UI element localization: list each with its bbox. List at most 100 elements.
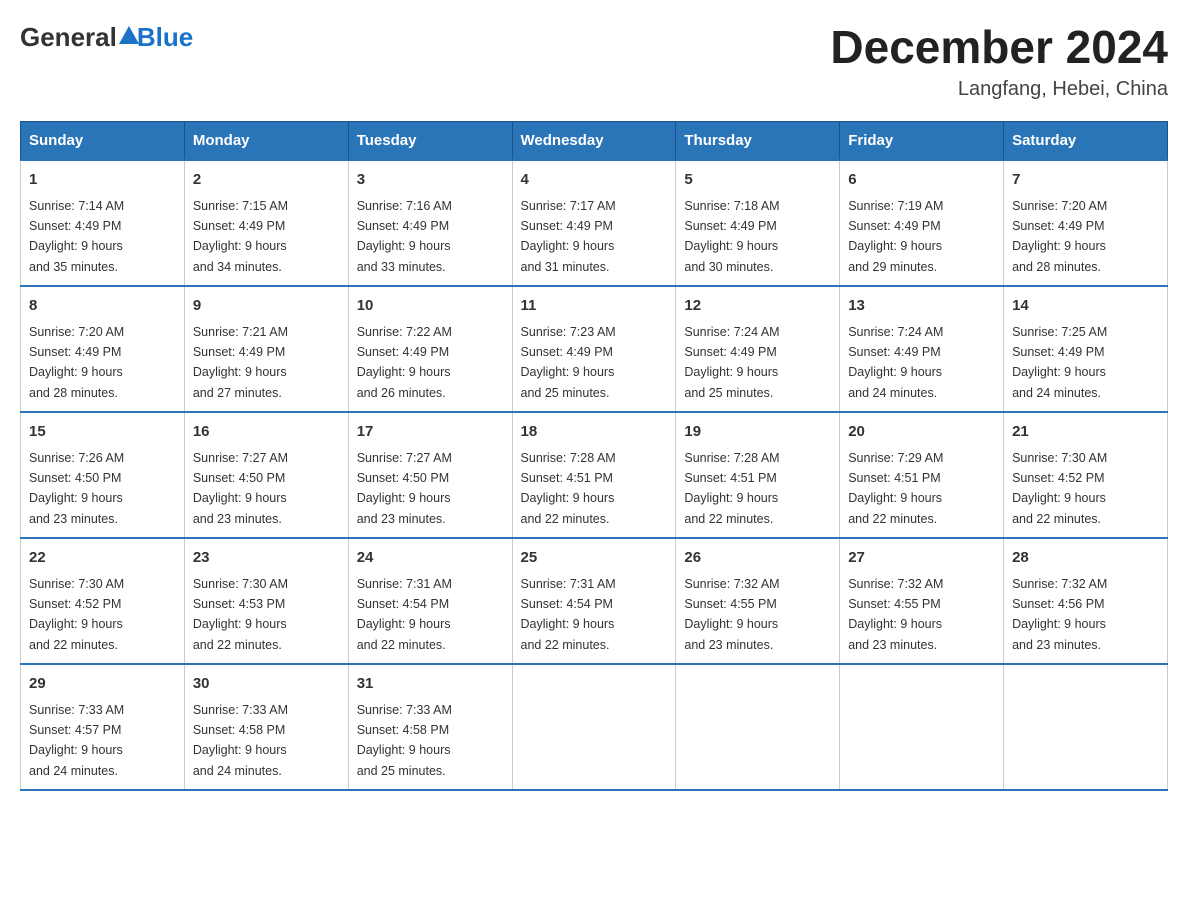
calendar-cell: 17 Sunrise: 7:27 AMSunset: 4:50 PMDaylig… xyxy=(348,412,512,538)
calendar-cell: 30 Sunrise: 7:33 AMSunset: 4:58 PMDaylig… xyxy=(184,664,348,790)
day-number: 31 xyxy=(357,673,504,696)
calendar-cell: 25 Sunrise: 7:31 AMSunset: 4:54 PMDaylig… xyxy=(512,538,676,664)
day-number: 24 xyxy=(357,547,504,570)
day-number: 23 xyxy=(193,547,340,570)
calendar-cell: 26 Sunrise: 7:32 AMSunset: 4:55 PMDaylig… xyxy=(676,538,840,664)
calendar-cell: 19 Sunrise: 7:28 AMSunset: 4:51 PMDaylig… xyxy=(676,412,840,538)
calendar-cell: 13 Sunrise: 7:24 AMSunset: 4:49 PMDaylig… xyxy=(840,286,1004,412)
calendar-cell: 9 Sunrise: 7:21 AMSunset: 4:49 PMDayligh… xyxy=(184,286,348,412)
title-block: December 2024 Langfang, Hebei, China xyxy=(830,20,1168,101)
calendar-cell: 20 Sunrise: 7:29 AMSunset: 4:51 PMDaylig… xyxy=(840,412,1004,538)
day-info: Sunrise: 7:27 AMSunset: 4:50 PMDaylight:… xyxy=(193,451,288,526)
month-title: December 2024 xyxy=(830,20,1168,74)
day-info: Sunrise: 7:24 AMSunset: 4:49 PMDaylight:… xyxy=(684,325,779,400)
day-info: Sunrise: 7:33 AMSunset: 4:58 PMDaylight:… xyxy=(357,703,452,778)
calendar-cell: 15 Sunrise: 7:26 AMSunset: 4:50 PMDaylig… xyxy=(21,412,185,538)
logo-blue: Blue xyxy=(137,22,193,52)
day-info: Sunrise: 7:30 AMSunset: 4:52 PMDaylight:… xyxy=(1012,451,1107,526)
calendar-cell: 23 Sunrise: 7:30 AMSunset: 4:53 PMDaylig… xyxy=(184,538,348,664)
calendar-cell: 14 Sunrise: 7:25 AMSunset: 4:49 PMDaylig… xyxy=(1004,286,1168,412)
day-number: 11 xyxy=(521,295,668,318)
day-number: 3 xyxy=(357,169,504,192)
day-info: Sunrise: 7:21 AMSunset: 4:49 PMDaylight:… xyxy=(193,325,288,400)
calendar-cell: 10 Sunrise: 7:22 AMSunset: 4:49 PMDaylig… xyxy=(348,286,512,412)
calendar-cell: 1 Sunrise: 7:14 AMSunset: 4:49 PMDayligh… xyxy=(21,160,185,286)
day-info: Sunrise: 7:31 AMSunset: 4:54 PMDaylight:… xyxy=(357,577,452,652)
column-header-saturday: Saturday xyxy=(1004,122,1168,161)
day-info: Sunrise: 7:23 AMSunset: 4:49 PMDaylight:… xyxy=(521,325,616,400)
logo-general: General xyxy=(20,22,117,52)
day-info: Sunrise: 7:18 AMSunset: 4:49 PMDaylight:… xyxy=(684,199,779,274)
day-number: 10 xyxy=(357,295,504,318)
day-number: 7 xyxy=(1012,169,1159,192)
day-info: Sunrise: 7:14 AMSunset: 4:49 PMDaylight:… xyxy=(29,199,124,274)
day-number: 20 xyxy=(848,421,995,444)
day-number: 26 xyxy=(684,547,831,570)
week-row: 15 Sunrise: 7:26 AMSunset: 4:50 PMDaylig… xyxy=(21,412,1168,538)
logo: General Blue xyxy=(20,20,193,53)
calendar-cell: 8 Sunrise: 7:20 AMSunset: 4:49 PMDayligh… xyxy=(21,286,185,412)
day-number: 17 xyxy=(357,421,504,444)
calendar-cell: 16 Sunrise: 7:27 AMSunset: 4:50 PMDaylig… xyxy=(184,412,348,538)
day-info: Sunrise: 7:24 AMSunset: 4:49 PMDaylight:… xyxy=(848,325,943,400)
calendar-cell: 31 Sunrise: 7:33 AMSunset: 4:58 PMDaylig… xyxy=(348,664,512,790)
day-number: 22 xyxy=(29,547,176,570)
calendar-cell xyxy=(1004,664,1168,790)
column-header-thursday: Thursday xyxy=(676,122,840,161)
calendar-cell xyxy=(512,664,676,790)
day-info: Sunrise: 7:17 AMSunset: 4:49 PMDaylight:… xyxy=(521,199,616,274)
calendar-cell: 27 Sunrise: 7:32 AMSunset: 4:55 PMDaylig… xyxy=(840,538,1004,664)
day-number: 30 xyxy=(193,673,340,696)
day-number: 19 xyxy=(684,421,831,444)
calendar-cell: 28 Sunrise: 7:32 AMSunset: 4:56 PMDaylig… xyxy=(1004,538,1168,664)
column-header-friday: Friday xyxy=(840,122,1004,161)
day-info: Sunrise: 7:22 AMSunset: 4:49 PMDaylight:… xyxy=(357,325,452,400)
day-number: 18 xyxy=(521,421,668,444)
week-row: 1 Sunrise: 7:14 AMSunset: 4:49 PMDayligh… xyxy=(21,160,1168,286)
day-info: Sunrise: 7:20 AMSunset: 4:49 PMDaylight:… xyxy=(1012,199,1107,274)
day-info: Sunrise: 7:32 AMSunset: 4:55 PMDaylight:… xyxy=(848,577,943,652)
day-info: Sunrise: 7:33 AMSunset: 4:58 PMDaylight:… xyxy=(193,703,288,778)
day-info: Sunrise: 7:26 AMSunset: 4:50 PMDaylight:… xyxy=(29,451,124,526)
calendar-cell: 12 Sunrise: 7:24 AMSunset: 4:49 PMDaylig… xyxy=(676,286,840,412)
day-number: 13 xyxy=(848,295,995,318)
calendar-cell: 24 Sunrise: 7:31 AMSunset: 4:54 PMDaylig… xyxy=(348,538,512,664)
location: Langfang, Hebei, China xyxy=(830,78,1168,101)
week-row: 22 Sunrise: 7:30 AMSunset: 4:52 PMDaylig… xyxy=(21,538,1168,664)
calendar-cell xyxy=(676,664,840,790)
day-info: Sunrise: 7:25 AMSunset: 4:49 PMDaylight:… xyxy=(1012,325,1107,400)
day-number: 2 xyxy=(193,169,340,192)
day-number: 8 xyxy=(29,295,176,318)
calendar-cell: 7 Sunrise: 7:20 AMSunset: 4:49 PMDayligh… xyxy=(1004,160,1168,286)
calendar-cell: 21 Sunrise: 7:30 AMSunset: 4:52 PMDaylig… xyxy=(1004,412,1168,538)
day-info: Sunrise: 7:31 AMSunset: 4:54 PMDaylight:… xyxy=(521,577,616,652)
calendar-cell: 2 Sunrise: 7:15 AMSunset: 4:49 PMDayligh… xyxy=(184,160,348,286)
day-info: Sunrise: 7:28 AMSunset: 4:51 PMDaylight:… xyxy=(684,451,779,526)
calendar-cell: 4 Sunrise: 7:17 AMSunset: 4:49 PMDayligh… xyxy=(512,160,676,286)
day-info: Sunrise: 7:32 AMSunset: 4:55 PMDaylight:… xyxy=(684,577,779,652)
day-number: 15 xyxy=(29,421,176,444)
day-number: 9 xyxy=(193,295,340,318)
day-number: 4 xyxy=(521,169,668,192)
day-info: Sunrise: 7:15 AMSunset: 4:49 PMDaylight:… xyxy=(193,199,288,274)
day-info: Sunrise: 7:20 AMSunset: 4:49 PMDaylight:… xyxy=(29,325,124,400)
day-number: 25 xyxy=(521,547,668,570)
day-number: 12 xyxy=(684,295,831,318)
header-row: SundayMondayTuesdayWednesdayThursdayFrid… xyxy=(21,122,1168,161)
column-header-wednesday: Wednesday xyxy=(512,122,676,161)
calendar-cell: 6 Sunrise: 7:19 AMSunset: 4:49 PMDayligh… xyxy=(840,160,1004,286)
day-info: Sunrise: 7:28 AMSunset: 4:51 PMDaylight:… xyxy=(521,451,616,526)
calendar-cell: 18 Sunrise: 7:28 AMSunset: 4:51 PMDaylig… xyxy=(512,412,676,538)
day-number: 21 xyxy=(1012,421,1159,444)
page-header: General Blue December 2024 Langfang, Heb… xyxy=(20,20,1168,101)
day-info: Sunrise: 7:33 AMSunset: 4:57 PMDaylight:… xyxy=(29,703,124,778)
calendar-cell: 11 Sunrise: 7:23 AMSunset: 4:49 PMDaylig… xyxy=(512,286,676,412)
day-info: Sunrise: 7:16 AMSunset: 4:49 PMDaylight:… xyxy=(357,199,452,274)
day-number: 28 xyxy=(1012,547,1159,570)
day-number: 29 xyxy=(29,673,176,696)
day-info: Sunrise: 7:30 AMSunset: 4:53 PMDaylight:… xyxy=(193,577,288,652)
calendar-cell: 22 Sunrise: 7:30 AMSunset: 4:52 PMDaylig… xyxy=(21,538,185,664)
week-row: 29 Sunrise: 7:33 AMSunset: 4:57 PMDaylig… xyxy=(21,664,1168,790)
day-number: 14 xyxy=(1012,295,1159,318)
day-number: 1 xyxy=(29,169,176,192)
